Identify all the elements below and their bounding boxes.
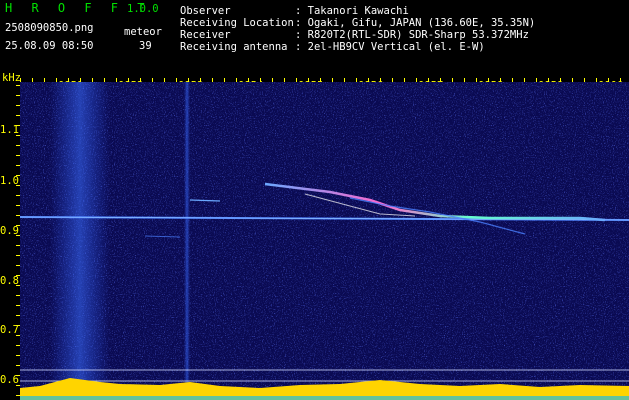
y-axis-unit: kHz [2,72,21,84]
observer-label: Observer [180,5,231,17]
spectrogram-area [20,82,629,400]
signal-level-baseline [20,396,629,400]
antenna-value: : 2el-HB9CV Vertical (el. E-W) [295,41,485,53]
antenna-label: Receiving antenna [180,41,288,53]
app-version: 1.0.0 [127,3,159,15]
observer-value: : Takanori Kawachi [295,5,409,17]
receiver-value: : R820T2(RTL-SDR) SDR-Sharp 53.372MHz [295,29,529,41]
filename: 2508090850.png [5,22,94,34]
spectrogram [20,82,629,400]
receiver-label: Receiver [180,29,231,41]
location-value: : Ogaki, Gifu, JAPAN (136.60E, 35.35N) [295,17,536,29]
noise-band [50,82,110,400]
datetime: 25.08.09 08:50 [5,40,94,52]
location-label: Receiving Location [180,17,294,29]
meteor-count: 39 [139,40,152,52]
header-panel: H R O F F T 1.0.0 2508090850.png meteor … [0,0,629,92]
noise-band [184,82,190,400]
spectrogram-noise [20,82,629,400]
meteor-label: meteor [124,26,162,38]
